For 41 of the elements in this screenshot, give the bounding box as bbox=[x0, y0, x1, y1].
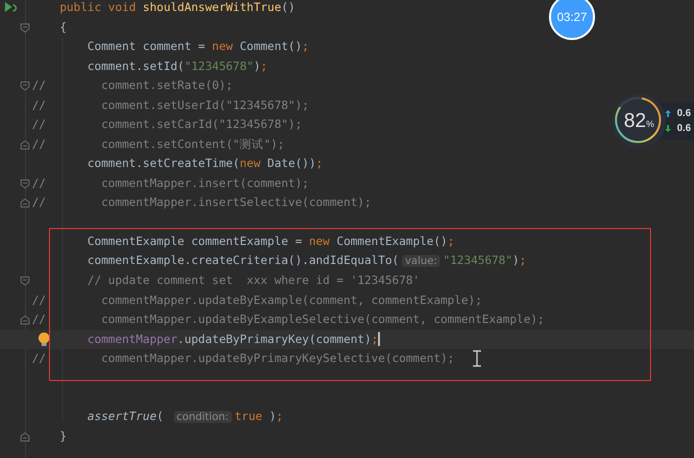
upload-speed: 0.6 bbox=[677, 108, 691, 120]
code-line: // commentMapper.updateByExample(comment, commentExample); bbox=[32, 292, 482, 308]
code-line: // commentMapper.updateByExampleSelective(comment, commentExample); bbox=[32, 311, 544, 328]
percent-unit: % bbox=[646, 118, 654, 132]
usage-percent: 82 bbox=[624, 111, 646, 131]
code-line: { bbox=[60, 18, 67, 36]
fold-marker-icon[interactable] bbox=[20, 198, 30, 208]
code-line: // comment.setRate(0); bbox=[32, 77, 233, 94]
code-line: // comment.setContent("测试"); bbox=[32, 136, 284, 152]
usage-arc bbox=[615, 97, 661, 143]
fold-marker-icon[interactable] bbox=[20, 178, 30, 188]
usage-meter[interactable]: 82% bbox=[612, 94, 666, 148]
code-line: commentMapper.updateByPrimaryKey(comment); bbox=[87, 330, 378, 348]
code-line: comment.setId("12345678"); bbox=[87, 58, 268, 74]
code-line: public void shouldAnswerWithTrue() bbox=[60, 0, 296, 16]
lightbulb-icon[interactable] bbox=[38, 332, 50, 346]
fold-marker-icon[interactable] bbox=[20, 432, 30, 442]
code-line: comment.setCreateTime(new Date()); bbox=[87, 155, 323, 172]
run-icon[interactable] bbox=[4, 1, 18, 14]
down-arrow-icon bbox=[665, 125, 671, 132]
fold-marker-icon[interactable] bbox=[20, 81, 30, 91]
up-arrow-icon bbox=[665, 110, 671, 117]
text-cursor-icon bbox=[472, 350, 482, 367]
download-speed: 0.6 bbox=[677, 122, 691, 134]
code-line: // commentMapper.insert(comment); bbox=[32, 174, 309, 192]
fold-marker-icon[interactable] bbox=[20, 276, 30, 286]
code-line: // comment.setCarId("12345678"); bbox=[32, 116, 302, 133]
code-line: assertTrue( condition: true ); bbox=[87, 408, 284, 425]
fold-marker-icon[interactable] bbox=[20, 315, 30, 325]
fold-marker-icon[interactable] bbox=[20, 140, 30, 150]
code-line: // commentMapper.updateByPrimaryKeySelective(comment); bbox=[32, 350, 454, 367]
code-line: Comment comment = new Comment(); bbox=[87, 38, 309, 55]
text-caret bbox=[378, 332, 380, 346]
code-line: } bbox=[60, 428, 67, 445]
fold-marker-icon[interactable] bbox=[20, 22, 30, 32]
clock-time: 03:27 bbox=[556, 9, 588, 26]
code-line: // comment.setUserId("12345678"); bbox=[32, 96, 309, 114]
code-line: // commentMapper.insertSelective(comment); bbox=[32, 194, 372, 211]
code-line: CommentExample commentExample = new CommentExample(); bbox=[87, 233, 454, 250]
code-line: // update comment set xxx where id = '12345678' bbox=[87, 272, 420, 289]
code-line: commentExample.createCriteria().andIdEqualTo( value: "12345678"); bbox=[87, 252, 526, 269]
